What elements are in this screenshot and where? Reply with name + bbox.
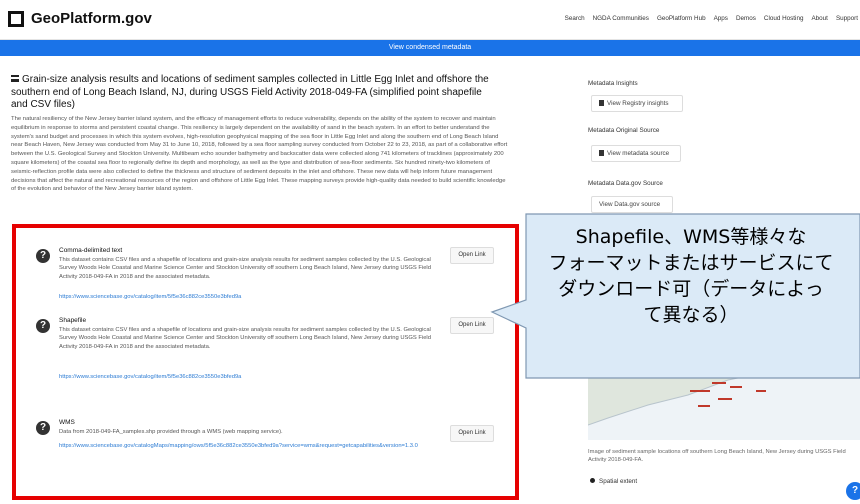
- callout-line: て異なる）: [643, 304, 739, 326]
- callout-line: Shapefile、WMS等様々な: [575, 226, 807, 248]
- callout-line: ダウンロード可（データによっ: [558, 278, 824, 300]
- callout-text: Shapefile、WMS等様々な フォーマットまたはサービスにて ダウンロード…: [522, 224, 860, 328]
- callout-line: フォーマットまたはサービスにて: [548, 252, 834, 274]
